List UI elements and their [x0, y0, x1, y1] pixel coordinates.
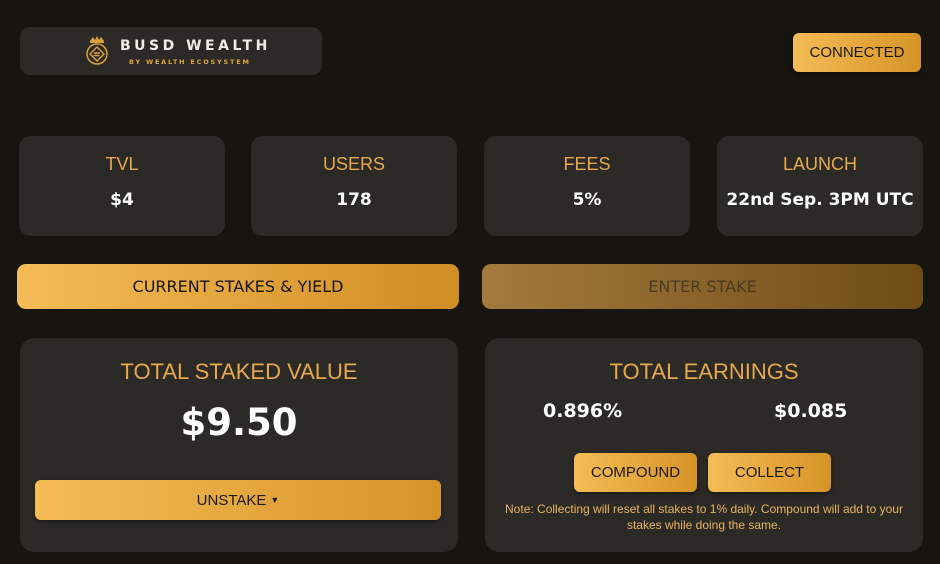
stat-value: $4	[110, 190, 134, 210]
earnings-note: Note: Collecting will reset all stakes t…	[505, 502, 903, 532]
earnings-panel: TOTAL EARNINGS 0.896% $0.085 COMPOUND CO…	[485, 338, 923, 552]
crown-diamond-icon	[86, 36, 108, 65]
stat-label: LAUNCH	[782, 154, 857, 174]
connected-button[interactable]: CONNECTED	[793, 33, 921, 72]
stat-value: 22nd Sep. 3PM UTC	[726, 190, 914, 210]
compound-button[interactable]: COMPOUND	[574, 453, 697, 492]
earnings-title: TOTAL EARNINGS	[609, 359, 799, 384]
stat-card-fees: FEES 5%	[484, 136, 690, 236]
stat-value: 5%	[572, 190, 602, 210]
unstake-dropdown-button[interactable]: UNSTAKE ▼	[35, 480, 441, 520]
stat-label: FEES	[563, 154, 611, 174]
tab-current-stakes[interactable]: CURRENT STAKES & YIELD	[17, 264, 459, 309]
stat-card-tvl: TVL $4	[19, 136, 225, 236]
tab-enter-stake[interactable]: ENTER STAKE	[482, 264, 923, 309]
stat-label: USERS	[322, 154, 385, 174]
dapp-page: BUSD WEALTH BY WEALTH ECOSYSTEM CONNECTE…	[0, 0, 940, 564]
staked-title: TOTAL STAKED VALUE	[120, 359, 358, 384]
stat-value: 178	[336, 190, 372, 210]
logo-subtitle: BY WEALTH ECOSYSTEM	[129, 58, 251, 66]
logo-box: BUSD WEALTH BY WEALTH ECOSYSTEM	[20, 27, 322, 75]
caret-down-icon: ▼	[270, 495, 280, 505]
unstake-label: UNSTAKE	[196, 491, 267, 509]
earnings-percent: 0.896%	[543, 400, 623, 422]
collect-button[interactable]: COLLECT	[708, 453, 831, 492]
stat-label: TVL	[105, 154, 139, 174]
staked-value: $9.50	[180, 401, 298, 444]
staked-panel: TOTAL STAKED VALUE $9.50 UNSTAKE ▼	[20, 338, 458, 552]
logo-title: BUSD WEALTH	[120, 38, 271, 54]
earnings-amount: $0.085	[774, 400, 848, 422]
stat-card-users: USERS 178	[251, 136, 457, 236]
stat-card-launch: LAUNCH 22nd Sep. 3PM UTC	[717, 136, 923, 236]
